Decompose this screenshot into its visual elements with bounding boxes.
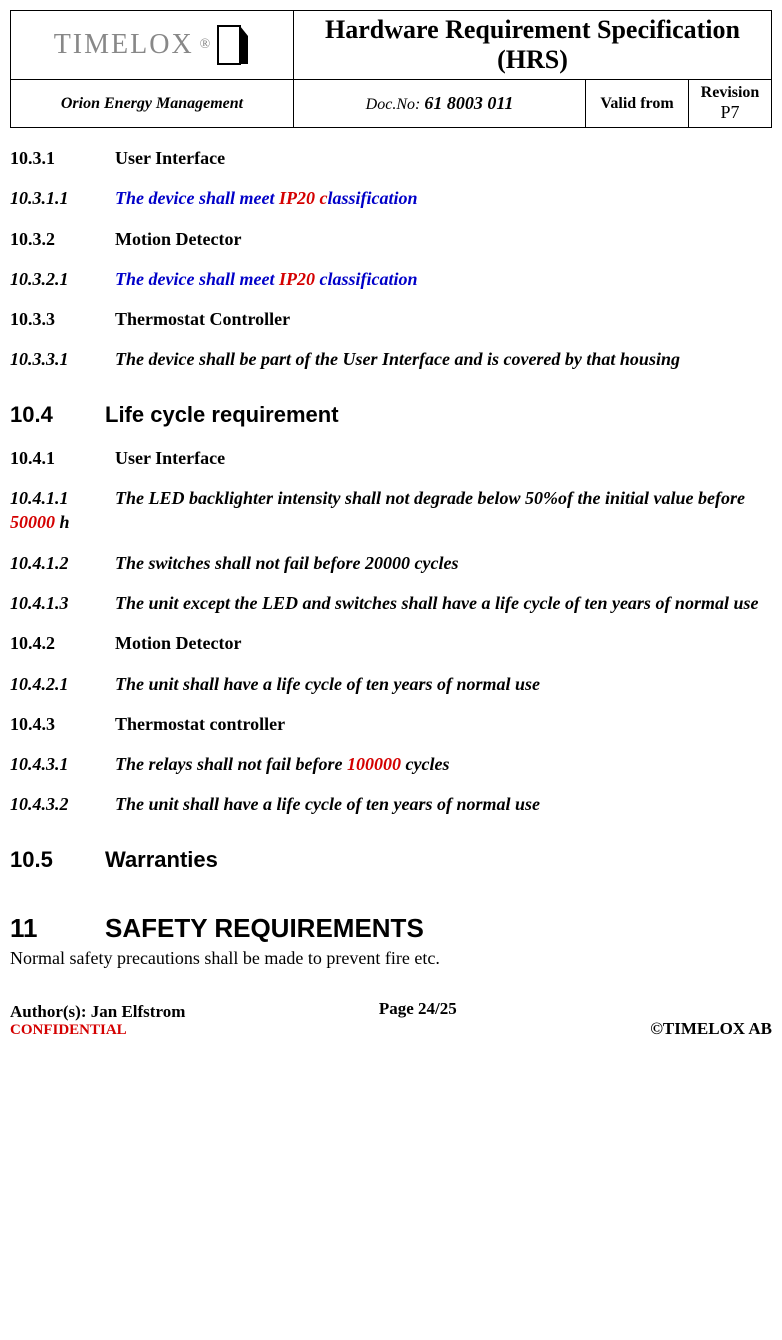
sec-num: 10.4.1.3 [10, 591, 115, 615]
valid-from-label: Valid from [592, 95, 682, 113]
document-header: TIMELOX ® Hardware Requirement Specificat… [10, 10, 772, 128]
revision-cell: Revision P7 [689, 80, 772, 128]
req-text: The relays shall not fail before 100000 … [115, 754, 449, 774]
doc-number-cell: Doc.No: 61 8003 011 [294, 80, 586, 128]
page-number: Page 24/25 [185, 999, 650, 1019]
req-10-3-3-1: 10.3.3.1The device shall be part of the … [10, 347, 772, 371]
sec-num: 10.4.1 [10, 446, 115, 470]
logo-cell: TIMELOX ® [11, 11, 294, 80]
req-text: The unit shall have a life cycle of ten … [115, 674, 540, 694]
sec-title: Motion Detector [115, 229, 241, 249]
sec-num: 10.4.1.1 [10, 486, 115, 510]
req-10-4-1-2: 10.4.1.2The switches shall not fail befo… [10, 551, 772, 575]
docno-label: Doc.No: [366, 96, 421, 113]
heading-10-4-2: 10.4.2Motion Detector [10, 631, 772, 655]
sec-num: 10.4 [10, 402, 105, 428]
logo-registered-icon: ® [200, 37, 211, 53]
req-10-3-2-1: 10.3.2.1The device shall meet IP20 class… [10, 267, 772, 291]
revision-label: Revision [695, 84, 765, 102]
req-text: The unit shall have a life cycle of ten … [115, 794, 540, 814]
logo-tag-icon [216, 24, 250, 66]
req-10-3-1-1: 10.3.1.1The device shall meet IP20 class… [10, 186, 772, 210]
req-10-4-2-1: 10.4.2.1The unit shall have a life cycle… [10, 672, 772, 696]
heading-10-5: 10.5Warranties [10, 847, 772, 873]
heading-10-4-3: 10.4.3Thermostat controller [10, 712, 772, 736]
req-10-4-3-1: 10.4.3.1The relays shall not fail before… [10, 752, 772, 776]
sec-num: 10.4.3 [10, 712, 115, 736]
sec-num: 10.5 [10, 847, 105, 873]
req-text: The device shall be part of the User Int… [115, 349, 680, 369]
req-text: The unit except the LED and switches sha… [115, 593, 758, 613]
sec-title: Warranties [105, 847, 218, 872]
req-text: The switches shall not fail before 20000… [115, 553, 458, 573]
heading-10-3-2: 10.3.2Motion Detector [10, 227, 772, 251]
req-10-4-3-2: 10.4.3.2The unit shall have a life cycle… [10, 792, 772, 816]
sec-num: 10.3.3.1 [10, 347, 115, 371]
req-10-4-1-1: 10.4.1.1The LED backlighter intensity sh… [10, 486, 772, 535]
heading-10-4-1: 10.4.1User Interface [10, 446, 772, 470]
sec-num: 10.3.2 [10, 227, 115, 251]
sec-num: 10.4.2.1 [10, 672, 115, 696]
req-text: The device shall meet IP20 classificatio… [115, 188, 417, 208]
sec-num: 10.4.2 [10, 631, 115, 655]
page-footer: Author(s): Jan Elfstrom CONFIDENTIAL Pag… [10, 999, 772, 1039]
sec-num: 10.3.2.1 [10, 267, 115, 291]
sec-title: Thermostat Controller [115, 309, 290, 329]
req-text: The LED backlighter intensity shall not … [10, 488, 745, 532]
sec-num: 10.3.3 [10, 307, 115, 331]
heading-10-3-1: 10.3.1User Interface [10, 146, 772, 170]
section-11-body: Normal safety precautions shall be made … [10, 948, 772, 969]
doc-title: Hardware Requirement Specification (HRS) [294, 11, 772, 80]
sec-title: Motion Detector [115, 633, 241, 653]
sec-num: 10.4.3.1 [10, 752, 115, 776]
heading-11: 11SAFETY REQUIREMENTS [10, 913, 772, 944]
sec-num: 10.3.1.1 [10, 186, 115, 210]
sec-title: User Interface [115, 148, 225, 168]
confidential-label: CONFIDENTIAL [10, 1022, 185, 1039]
logo-text: TIMELOX [54, 29, 194, 61]
valid-from-cell: Valid from [586, 80, 689, 128]
req-10-4-1-3: 10.4.1.3The unit except the LED and swit… [10, 591, 772, 615]
heading-10-3-3: 10.3.3Thermostat Controller [10, 307, 772, 331]
sec-num: 11 [10, 913, 105, 944]
sec-num: 10.4.1.2 [10, 551, 115, 575]
sec-title: User Interface [115, 448, 225, 468]
sec-title: Thermostat controller [115, 714, 285, 734]
document-body: 10.3.1User Interface 10.3.1.1The device … [10, 146, 772, 969]
heading-10-4: 10.4Life cycle requirement [10, 402, 772, 428]
revision-value: P7 [695, 102, 765, 123]
sec-title: Life cycle requirement [105, 402, 339, 427]
author-line: Author(s): Jan Elfstrom [10, 1002, 185, 1022]
req-text: The device shall meet IP20 classificatio… [115, 269, 417, 289]
project-name: Orion Energy Management [11, 80, 294, 128]
sec-num: 10.3.1 [10, 146, 115, 170]
sec-num: 10.4.3.2 [10, 792, 115, 816]
docno-value: 61 8003 011 [424, 93, 513, 113]
sec-title: SAFETY REQUIREMENTS [105, 913, 424, 943]
copyright: ©TIMELOX AB [650, 1019, 772, 1039]
